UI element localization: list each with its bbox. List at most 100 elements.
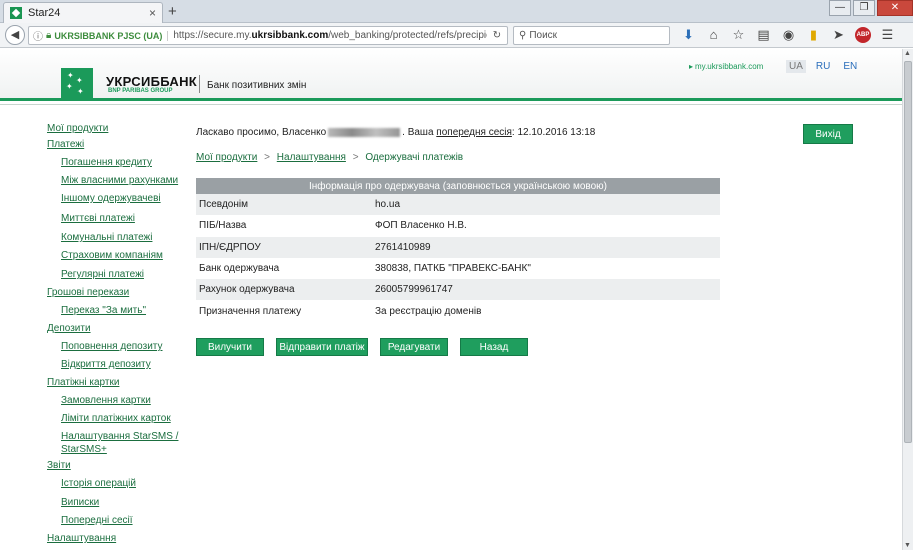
web-page: ✦ ✦ ✦ ✦ УКРСИББАНК BNP PARIBAS GROUP Бан… [0,49,902,550]
row-value: За реєстрацію доменів [375,305,482,317]
tab-title: Star24 [28,7,61,19]
menu-icon[interactable]: ☰ [875,27,900,43]
pocket-icon[interactable]: ◉ [776,27,801,43]
download-icon[interactable]: ⬇ [676,27,701,43]
row-label: Призначення платежу [199,305,302,317]
site-favicon-icon [10,7,22,19]
reading-list-icon[interactable]: ▤ [751,27,776,43]
breadcrumb-settings[interactable]: Налаштування [277,152,346,163]
sidebar-item-instant-transfer[interactable]: Переказ "За мить" [61,305,146,316]
url-text[interactable]: https://secure.my.ukrsibbank.com/web_ban… [173,30,487,41]
bank-logo-icon[interactable]: ✦ ✦ ✦ ✦ [61,68,93,100]
lock-icon: 🔒︎ [46,30,52,41]
send-icon[interactable]: ➤ [826,27,851,43]
sidebar-item-other-recipient[interactable]: Іншому одержувачеві [61,193,161,204]
browser-tab-bar: Star24 × + — ❐ ✕ [0,0,913,23]
sidebar-item-money-transfers[interactable]: Грошові перекази [47,287,129,298]
sidebar-item-reports[interactable]: Звіти [47,460,71,471]
arrow-icon: ▸ [689,62,694,71]
row-label: ІПН/ЄДРПОУ [199,241,261,253]
back-button[interactable]: Назад [460,338,528,356]
sidebar-item-utility-payments[interactable]: Комунальні платежі [61,232,152,243]
sidebar-item-instant-payments[interactable]: Миттєві платежі [61,213,135,224]
breadcrumb-my-products[interactable]: Мої продукти [196,152,257,163]
window-controls: — ❐ ✕ [827,0,913,16]
row-label: Рахунок одержувача [199,284,295,296]
address-bar[interactable]: ⓘ 🔒︎ UKRSIBBANK PJSC (UA) https://secure… [28,26,508,45]
slogan: Банк позитивних змін [207,80,307,91]
window-close-icon[interactable]: ✕ [877,0,913,16]
sidebar-item-payment-cards[interactable]: Платіжні картки [47,377,119,388]
delete-button[interactable]: Вилучити [196,338,264,356]
adblock-icon[interactable]: ABP [855,27,871,43]
sidebar-item-statements[interactable]: Виписки [61,497,99,508]
recipient-info-table: Інформація про одержувача (заповнюється … [196,178,720,322]
sidebar-item-previous-sessions[interactable]: Попередні сесії [61,515,133,526]
header-divider [0,104,902,105]
table-title: Інформація про одержувача (заповнюється … [196,178,720,194]
search-icon: ⚲ [519,30,527,41]
sidebar-item-operations-history[interactable]: Історія операцій [61,478,136,489]
breadcrumb-current: Одержувачі платежів [365,152,464,163]
sidebar-item-starsms-settings[interactable]: Налаштування StarSMS / [61,431,178,442]
page-scrollbar[interactable]: ▲ ▼ [902,49,913,550]
info-icon[interactable]: ⓘ [33,28,43,43]
reload-icon[interactable]: ↻ [487,30,507,41]
brand-subtitle: BNP PARIBAS GROUP [108,88,173,94]
sidebar-item-my-products[interactable]: Мої продукти [47,123,108,134]
toolbar-icons: ⬇ ⌂ ☆ ▤ ◉ ▮ ➤ ABP ☰ [676,27,900,43]
sidebar-item-deposits[interactable]: Депозити [47,323,91,334]
action-buttons: Вилучити Відправити платіж Редагувати На… [196,338,540,356]
breadcrumb: Мої продукти > Налаштування > Одержувачі… [196,152,463,163]
sidebar-item-own-accounts[interactable]: Між власними рахунками [61,175,178,186]
lang-en[interactable]: EN [840,60,860,73]
site-identity[interactable]: UKRSIBBANK PJSC (UA) [54,30,169,41]
minimize-icon[interactable]: — [829,0,851,16]
row-value: 26005799961747 [375,284,453,296]
table-row: Псевдонім ho.ua [196,194,720,216]
previous-session-link[interactable]: попередня сесія [436,127,512,138]
my-ukrsibbank-link[interactable]: ▸ my.ukrsibbank.com [689,61,765,72]
sidebar-item-deposit-topup[interactable]: Поповнення депозиту [61,341,162,352]
search-input[interactable]: ⚲ Поиск [513,26,670,45]
row-value: 380838, ПАТКБ "ПРАВЕКС-БАНК" [375,263,531,275]
row-label: ПІБ/Назва [199,220,247,232]
tab-close-icon[interactable]: × [149,6,156,20]
maximize-icon[interactable]: ❐ [853,0,875,16]
scroll-down-icon[interactable]: ▼ [904,542,911,549]
scrollbar-thumb[interactable] [904,61,912,443]
send-payment-button[interactable]: Відправити платіж [276,338,368,356]
row-label: Псевдонім [199,199,248,211]
breadcrumb-separator: > [264,152,270,163]
browser-nav-bar: ◀ ⓘ 🔒︎ UKRSIBBANK PJSC (UA) https://secu… [0,23,913,48]
table-row: ПІБ/Назва ФОП Власенко Н.В. [196,215,720,237]
sidebar-item-card-limits[interactable]: Ліміти платіжних карток [61,413,171,424]
row-label: Банк одержувача [199,263,280,275]
bookmark-icon[interactable]: ▮ [801,27,826,43]
sidebar-item-order-card[interactable]: Замовлення картки [61,395,151,406]
sidebar-item-insurance[interactable]: Страховим компаніям [61,250,163,261]
welcome-message: Ласкаво просимо, Власенко. Ваша попередн… [196,127,596,138]
sidebar-item-settings[interactable]: Налаштування [47,533,116,544]
lang-ua[interactable]: UA [786,60,806,73]
bookmark-star-icon[interactable]: ☆ [726,27,751,43]
browser-tab[interactable]: Star24 × [3,2,163,23]
exit-button[interactable]: Вихід [803,124,853,144]
row-value: ho.ua [375,199,401,211]
lang-ru[interactable]: RU [813,60,833,73]
row-value: 2761410989 [375,241,431,253]
sidebar-item-loan-repayment[interactable]: Погашення кредиту [61,157,152,168]
sidebar-item-open-deposit[interactable]: Відкриття депозиту [61,359,151,370]
sidebar-item-regular-payments[interactable]: Регулярні платежі [61,269,144,280]
site-header: ✦ ✦ ✦ ✦ УКРСИББАНК BNP PARIBAS GROUP Бан… [0,49,902,101]
sidebar-item-payments[interactable]: Платежі [47,139,84,150]
scroll-up-icon[interactable]: ▲ [904,50,911,57]
brand-divider [199,75,200,93]
edit-button[interactable]: Редагувати [380,338,448,356]
back-arrow-icon[interactable]: ◀ [5,25,25,45]
table-row: Рахунок одержувача 26005799961747 [196,279,720,301]
sidebar-item-starsms-plus[interactable]: StarSMS+ [61,444,107,455]
row-value: ФОП Власенко Н.В. [375,220,467,232]
new-tab-icon[interactable]: + [168,3,177,20]
home-icon[interactable]: ⌂ [701,27,726,43]
